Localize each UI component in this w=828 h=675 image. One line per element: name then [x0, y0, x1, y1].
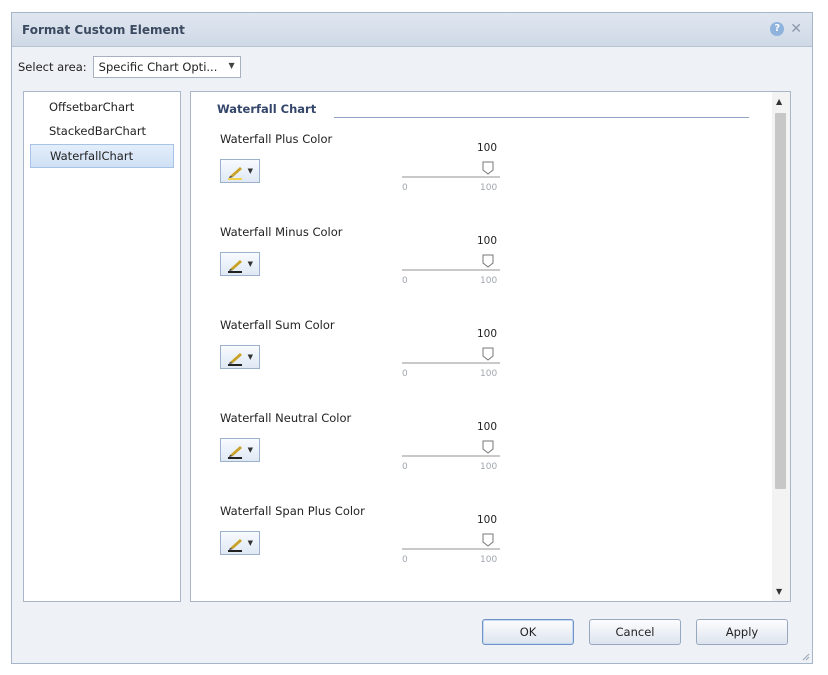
close-icon[interactable]: ✕ — [790, 22, 802, 36]
vertical-scrollbar[interactable]: ▲ ▼ — [772, 92, 790, 601]
dialog-titlebar[interactable]: Format Custom Element ? ✕ — [12, 13, 812, 47]
color-setting-plus: Waterfall Plus Color ▼ 100 0 100 — [220, 132, 740, 222]
list-item-label: StackedBarChart — [49, 124, 147, 138]
color-picker-button[interactable]: ▼ — [220, 345, 260, 369]
dialog-title: Format Custom Element — [22, 23, 185, 37]
transparency-slider[interactable]: 100 0 100 — [402, 328, 502, 380]
paint-brush-icon — [228, 167, 242, 180]
slider-track[interactable] — [402, 176, 500, 178]
paint-brush-icon — [228, 446, 242, 459]
slider-max-label: 100 — [480, 183, 498, 193]
color-label: Waterfall Sum Color — [220, 318, 335, 332]
slider-max-label: 100 — [480, 555, 498, 565]
color-picker-button[interactable]: ▼ — [220, 252, 260, 276]
transparency-slider[interactable]: 100 0 100 — [402, 514, 502, 566]
slider-min-label: 0 — [402, 555, 408, 565]
chevron-down-icon: ▼ — [228, 61, 235, 70]
transparency-slider[interactable]: 100 0 100 — [402, 142, 502, 194]
paint-brush-icon — [228, 539, 242, 552]
slider-max-label: 100 — [480, 462, 498, 472]
cancel-button[interactable]: Cancel — [589, 619, 681, 645]
chevron-down-icon: ▼ — [247, 167, 253, 175]
color-label: Waterfall Neutral Color — [220, 411, 352, 425]
scroll-down-arrow-icon[interactable]: ▼ — [776, 587, 782, 596]
slider-thumb[interactable] — [482, 161, 494, 175]
color-setting-minus: Waterfall Minus Color ▼ 100 0 100 — [220, 225, 740, 315]
color-setting-sum: Waterfall Sum Color ▼ 100 0 100 — [220, 318, 740, 408]
color-label: Waterfall Plus Color — [220, 132, 333, 146]
slider-value: 100 — [476, 514, 498, 526]
list-item-label: WaterfallChart — [50, 149, 134, 163]
select-area-label: Select area: — [18, 60, 87, 74]
section-divider — [334, 117, 749, 118]
slider-min-label: 0 — [402, 183, 408, 193]
ok-button[interactable]: OK — [482, 619, 574, 645]
slider-max-label: 100 — [480, 276, 498, 286]
chevron-down-icon: ▼ — [247, 353, 253, 361]
slider-min-label: 0 — [402, 462, 408, 472]
slider-track[interactable] — [402, 269, 500, 271]
section-title: Waterfall Chart — [217, 102, 317, 116]
color-label: Waterfall Span Plus Color — [220, 504, 365, 518]
paint-brush-icon — [228, 353, 242, 366]
slider-value: 100 — [476, 235, 498, 247]
scroll-up-arrow-icon[interactable]: ▲ — [776, 97, 782, 106]
select-area-row: Select area: Specific Chart Opti... ▼ — [18, 56, 241, 78]
list-item-stackedbarchart[interactable]: StackedBarChart — [24, 120, 180, 144]
select-area-value: Specific Chart Opti... — [98, 60, 218, 74]
resize-grip-icon[interactable] — [800, 651, 810, 661]
apply-button[interactable]: Apply — [696, 619, 788, 645]
paint-brush-icon — [228, 260, 242, 273]
color-picker-button[interactable]: ▼ — [220, 159, 260, 183]
transparency-slider[interactable]: 100 0 100 — [402, 235, 502, 287]
slider-min-label: 0 — [402, 276, 408, 286]
slider-value: 100 — [476, 142, 498, 154]
title-icons: ? ✕ — [770, 22, 802, 36]
slider-track[interactable] — [402, 455, 500, 457]
list-item-label: OffsetbarChart — [49, 100, 135, 114]
list-item-offsetbarchart[interactable]: OffsetbarChart — [24, 96, 180, 120]
slider-value: 100 — [476, 328, 498, 340]
slider-track[interactable] — [402, 548, 500, 550]
slider-track[interactable] — [402, 362, 500, 364]
slider-thumb[interactable] — [482, 254, 494, 268]
chevron-down-icon: ▼ — [247, 539, 253, 547]
color-setting-neutral: Waterfall Neutral Color ▼ 100 0 100 — [220, 411, 740, 501]
options-panel: Waterfall Chart Waterfall Plus Color ▼ 1… — [190, 91, 791, 602]
slider-max-label: 100 — [480, 369, 498, 379]
help-icon[interactable]: ? — [770, 22, 785, 36]
slider-value: 100 — [476, 421, 498, 433]
scrollbar-thumb[interactable] — [775, 113, 786, 489]
slider-thumb[interactable] — [482, 440, 494, 454]
chart-type-list: OffsetbarChart StackedBarChart Waterfall… — [23, 91, 181, 602]
slider-thumb[interactable] — [482, 347, 494, 361]
chevron-down-icon: ▼ — [247, 446, 253, 454]
chevron-down-icon: ▼ — [247, 260, 253, 268]
slider-thumb[interactable] — [482, 533, 494, 547]
transparency-slider[interactable]: 100 0 100 — [402, 421, 502, 473]
color-label: Waterfall Minus Color — [220, 225, 343, 239]
select-area-dropdown[interactable]: Specific Chart Opti... ▼ — [92, 56, 241, 78]
color-setting-span-plus: Waterfall Span Plus Color ▼ 100 0 100 — [220, 504, 740, 594]
color-picker-button[interactable]: ▼ — [220, 438, 260, 462]
color-picker-button[interactable]: ▼ — [220, 531, 260, 555]
format-custom-element-dialog: Format Custom Element ? ✕ Select area: S… — [11, 12, 813, 664]
list-item-waterfallchart[interactable]: WaterfallChart — [30, 144, 174, 168]
slider-min-label: 0 — [402, 369, 408, 379]
